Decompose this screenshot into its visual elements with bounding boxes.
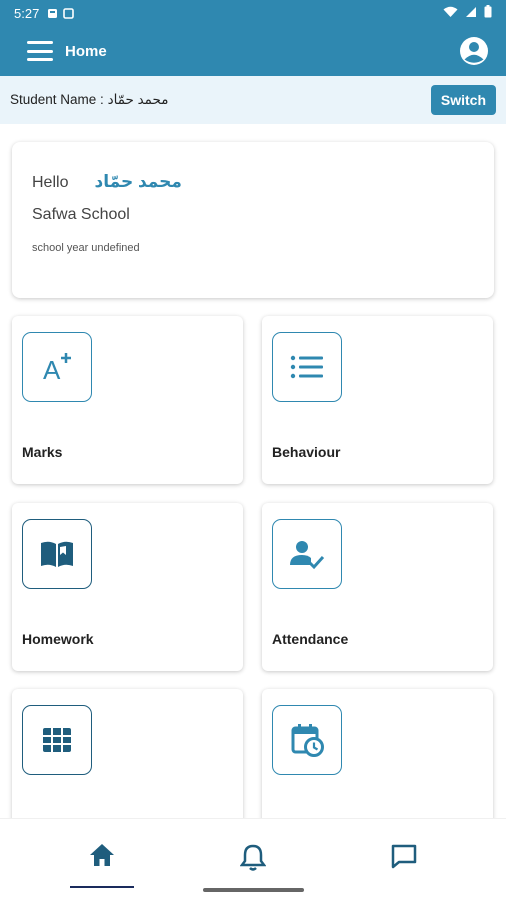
person-check-icon	[272, 519, 342, 589]
school-year: school year undefined	[32, 242, 140, 254]
nav-messages[interactable]	[372, 843, 436, 887]
home-content[interactable]: Hello محمد حمّاد Safwa School school yea…	[0, 124, 506, 818]
table-grid-icon	[22, 705, 92, 775]
nav-active-indicator	[70, 886, 134, 888]
grade-a-plus-icon: A	[22, 332, 92, 402]
calendar-clock-icon	[272, 705, 342, 775]
nav-notifications[interactable]	[221, 843, 285, 887]
home-icon	[90, 844, 114, 866]
tile-calendar[interactable]	[262, 689, 493, 818]
notification-icon	[47, 8, 58, 19]
chat-icon	[391, 844, 417, 869]
tile-label: Behaviour	[272, 444, 341, 460]
screenshot-icon	[63, 7, 75, 19]
app-bar: Home	[0, 26, 506, 76]
tile-marks[interactable]: A Marks	[12, 316, 243, 484]
svg-text:A: A	[43, 355, 61, 385]
greeting-card: Hello محمد حمّاد Safwa School school yea…	[12, 142, 494, 298]
tile-homework[interactable]: Homework	[12, 503, 243, 671]
menu-icon[interactable]	[27, 41, 53, 61]
tile-timetable[interactable]	[12, 689, 243, 818]
tile-attendance[interactable]: Attendance	[262, 503, 493, 671]
battery-icon	[484, 5, 492, 21]
account-icon[interactable]	[458, 35, 490, 67]
signal-icon	[465, 6, 477, 21]
bottom-navigation	[0, 818, 506, 900]
student-bar: Student Name : محمد حمّاد Switch	[0, 76, 506, 124]
tile-label: Marks	[22, 444, 63, 460]
page-title: Home	[65, 42, 107, 60]
student-name-label: Student Name : محمد حمّاد	[10, 92, 169, 107]
school-name: Safwa School	[32, 206, 130, 223]
list-icon	[272, 332, 342, 402]
switch-button[interactable]: Switch	[430, 85, 496, 115]
tile-label: Homework	[22, 631, 94, 647]
book-icon	[22, 519, 92, 589]
tile-label: Attendance	[272, 631, 349, 647]
wifi-icon	[443, 6, 458, 21]
nav-home[interactable]	[70, 843, 134, 887]
student-name: محمد حمّاد	[94, 172, 182, 191]
tile-behaviour[interactable]: Behaviour	[262, 316, 493, 484]
status-bar: 5:27	[0, 0, 506, 26]
status-time: 5:27	[14, 5, 40, 21]
hello-text: Hello	[32, 174, 69, 191]
bell-icon	[240, 844, 266, 871]
gesture-bar	[203, 888, 304, 892]
